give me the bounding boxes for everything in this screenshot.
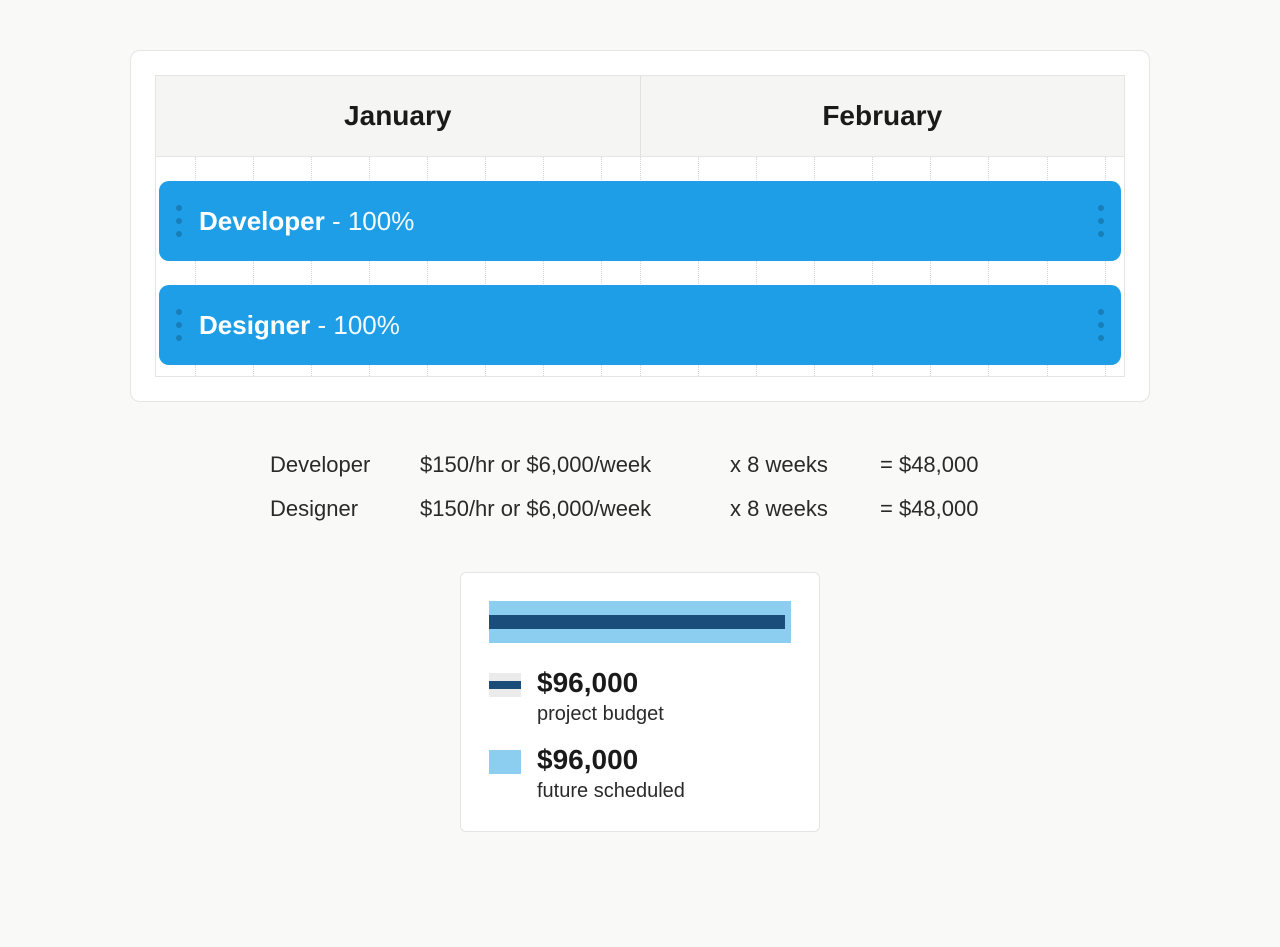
drag-handle-icon[interactable] bbox=[1091, 285, 1111, 365]
month-february: February bbox=[641, 76, 1125, 156]
breakdown-role: Developer bbox=[270, 452, 420, 478]
schedule-card: January February Developer - 100% Design… bbox=[130, 50, 1150, 402]
budget-progress-bar bbox=[489, 601, 791, 643]
resource-allocation: - 100% bbox=[325, 206, 415, 237]
resource-bar-designer[interactable]: Designer - 100% bbox=[159, 285, 1121, 365]
drag-handle-icon[interactable] bbox=[169, 285, 189, 365]
breakdown-role: Designer bbox=[270, 496, 420, 522]
project-budget-label: project budget bbox=[537, 703, 664, 726]
week-grid: Developer - 100% Designer - 100% bbox=[155, 157, 1125, 377]
breakdown-weeks: x 8 weeks bbox=[730, 496, 880, 522]
breakdown-rate: $150/hr or $6,000/week bbox=[420, 452, 730, 478]
month-header: January February bbox=[155, 75, 1125, 157]
budget-progress-fill bbox=[489, 615, 785, 629]
budget-card: $96,000 project budget $96,000 future sc… bbox=[460, 572, 820, 832]
legend-project-budget: $96,000 project budget bbox=[489, 667, 791, 726]
project-budget-amount: $96,000 bbox=[537, 667, 664, 699]
resource-role: Designer bbox=[199, 310, 310, 341]
breakdown-rate: $150/hr or $6,000/week bbox=[420, 496, 730, 522]
breakdown-weeks: x 8 weeks bbox=[730, 452, 880, 478]
cost-breakdown: Developer $150/hr or $6,000/week x 8 wee… bbox=[270, 452, 1010, 522]
legend-swatch-icon bbox=[489, 673, 521, 697]
drag-handle-icon[interactable] bbox=[169, 181, 189, 261]
legend-swatch-icon bbox=[489, 750, 521, 774]
resource-role: Developer bbox=[199, 206, 325, 237]
breakdown-row: Developer $150/hr or $6,000/week x 8 wee… bbox=[270, 452, 1010, 478]
legend-future-scheduled: $96,000 future scheduled bbox=[489, 744, 791, 803]
drag-handle-icon[interactable] bbox=[1091, 181, 1111, 261]
future-scheduled-label: future scheduled bbox=[537, 780, 685, 803]
resource-allocation: - 100% bbox=[310, 310, 400, 341]
breakdown-row: Designer $150/hr or $6,000/week x 8 week… bbox=[270, 496, 1010, 522]
resource-bar-developer[interactable]: Developer - 100% bbox=[159, 181, 1121, 261]
month-january: January bbox=[156, 76, 641, 156]
future-scheduled-amount: $96,000 bbox=[537, 744, 685, 776]
breakdown-total: = $48,000 bbox=[880, 496, 1010, 522]
breakdown-total: = $48,000 bbox=[880, 452, 1010, 478]
